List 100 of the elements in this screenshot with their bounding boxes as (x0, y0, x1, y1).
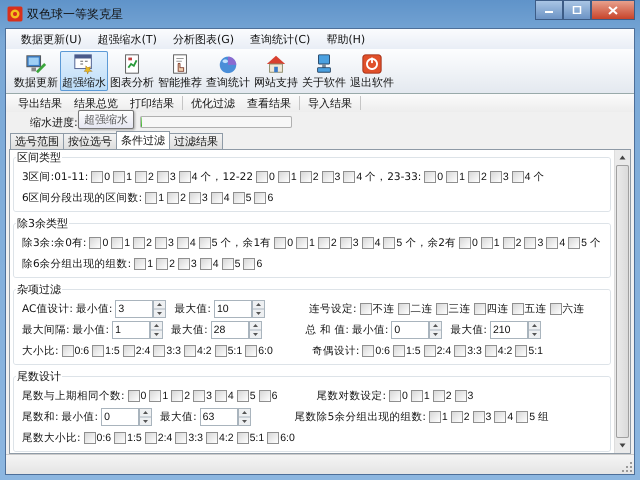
checkbox-option[interactable]: 0:6 (362, 344, 390, 356)
checkbox[interactable] (436, 302, 448, 314)
checkbox-option[interactable]: 2 (171, 390, 190, 402)
minimize-button[interactable] (535, 0, 563, 20)
toolbar-button[interactable]: 图表分析 (108, 51, 156, 91)
checkbox-option[interactable]: 4 (176, 236, 196, 248)
checkbox-option[interactable]: 2 (450, 410, 470, 422)
checkbox-option[interactable]: 4 (178, 170, 198, 182)
checkbox[interactable] (490, 170, 502, 182)
checkbox-option[interactable]: 1 (134, 258, 154, 270)
toolbar-link[interactable]: 导入结果 (302, 96, 358, 110)
checkbox[interactable] (62, 344, 74, 356)
checkbox-option[interactable]: 4 (200, 258, 219, 270)
number-field[interactable]: 1 (112, 320, 150, 338)
checkbox[interactable] (91, 170, 104, 182)
menu-item[interactable]: 查询统计(C) (243, 30, 318, 48)
number-field[interactable]: 3 (115, 300, 154, 318)
tab[interactable]: 选号范围 (10, 133, 64, 149)
checkbox-option[interactable]: 1 (111, 236, 130, 248)
toolbar-button[interactable]: 网站支持 (252, 51, 300, 91)
checkbox[interactable] (113, 170, 126, 182)
checkbox-option[interactable]: 3:3 (153, 344, 181, 356)
checkbox-option[interactable]: 0 (274, 236, 294, 248)
spin-arrows-icon[interactable] (153, 300, 166, 318)
checkbox-option[interactable]: 1 (145, 192, 164, 204)
checkbox[interactable] (236, 432, 249, 444)
checkbox[interactable] (214, 390, 227, 402)
checkbox[interactable] (274, 236, 286, 248)
checkbox[interactable] (472, 410, 485, 422)
checkbox-option[interactable]: 3:3 (454, 344, 482, 356)
checkbox[interactable] (128, 390, 140, 402)
checkbox-option[interactable]: 0 (458, 236, 478, 248)
checkbox-option[interactable]: 0 (89, 236, 108, 248)
checkbox[interactable] (546, 236, 558, 248)
checkbox-option[interactable]: 4 (210, 192, 230, 204)
checkbox-option[interactable]: 二连 (398, 302, 433, 316)
checkbox[interactable] (178, 258, 190, 270)
checkbox-option[interactable]: 5 (568, 236, 587, 248)
checkbox-option[interactable]: 6:0 (267, 432, 295, 444)
checkbox-option[interactable]: 3 (524, 236, 544, 248)
checkbox[interactable] (114, 432, 126, 444)
checkbox[interactable] (222, 258, 234, 270)
checkbox[interactable] (134, 258, 146, 270)
checkbox-option[interactable]: 1 (296, 236, 315, 248)
checkbox[interactable] (122, 344, 135, 356)
spin-arrows-icon[interactable] (150, 320, 164, 338)
checkbox-option[interactable]: 2 (134, 170, 154, 182)
menu-item[interactable]: 数据更新(U) (14, 30, 89, 48)
checkbox[interactable] (568, 236, 580, 248)
checkbox-option[interactable]: 4 (494, 410, 514, 422)
checkbox[interactable] (494, 410, 506, 422)
checkbox-option[interactable]: 3 (472, 410, 492, 422)
checkbox-option[interactable]: 3 (340, 236, 359, 248)
checkbox-option[interactable]: 3 (188, 192, 208, 204)
checkbox[interactable] (410, 390, 423, 402)
checkbox-option[interactable]: 5:1 (214, 344, 242, 356)
checkbox[interactable] (167, 192, 180, 204)
tab[interactable]: 按位选号 (63, 133, 117, 149)
checkbox[interactable] (474, 302, 486, 314)
checkbox-option[interactable]: 5 (236, 390, 256, 402)
checkbox[interactable] (175, 432, 188, 444)
checkbox[interactable] (154, 236, 167, 248)
checkbox[interactable] (258, 390, 271, 402)
checkbox[interactable] (524, 236, 536, 248)
checkbox-option[interactable]: 2:4 (122, 344, 150, 356)
checkbox-option[interactable]: 5 (516, 410, 536, 422)
checkbox-option[interactable]: 0 (256, 170, 275, 182)
toolbar-button[interactable]: 关于软件 (300, 51, 348, 91)
checkbox[interactable] (171, 390, 184, 402)
checkbox-option[interactable]: 2 (167, 192, 186, 204)
number-field[interactable]: 28 (210, 320, 249, 338)
checkbox-option[interactable]: 四连 (474, 302, 509, 316)
checkbox[interactable] (184, 344, 196, 356)
toolbar-button[interactable]: 数据更新 (12, 51, 60, 91)
close-button[interactable] (591, 0, 635, 20)
checkbox-option[interactable]: 4:2 (484, 344, 512, 356)
checkbox[interactable] (245, 344, 258, 356)
checkbox-option[interactable]: 三连 (436, 302, 471, 316)
checkbox[interactable] (198, 236, 211, 248)
checkbox[interactable] (424, 344, 436, 356)
checkbox[interactable] (296, 236, 308, 248)
checkbox[interactable] (362, 236, 374, 248)
checkbox-option[interactable]: 4:2 (206, 432, 234, 444)
checkbox-option[interactable]: 不连 (360, 302, 395, 316)
checkbox[interactable] (458, 236, 471, 248)
toolbar-link[interactable]: 结果总览 (68, 96, 124, 110)
checkbox-option[interactable]: 3 (322, 170, 340, 182)
checkbox-option[interactable]: 五连 (512, 302, 547, 316)
scrollbar[interactable] (614, 150, 630, 453)
spin-arrows-icon[interactable] (252, 300, 265, 318)
checkbox-option[interactable]: 1:5 (392, 344, 421, 356)
checkbox[interactable] (144, 432, 157, 444)
checkbox-option[interactable]: 6 (254, 192, 274, 204)
checkbox[interactable] (254, 192, 266, 204)
checkbox-option[interactable]: 1 (410, 390, 430, 402)
toolbar-link[interactable]: 优化过滤 (185, 96, 241, 110)
toolbar-link[interactable]: 查看结果 (241, 96, 297, 110)
checkbox-option[interactable]: 4 (214, 390, 234, 402)
checkbox-option[interactable]: 4 (512, 170, 531, 182)
checkbox[interactable] (178, 170, 191, 182)
